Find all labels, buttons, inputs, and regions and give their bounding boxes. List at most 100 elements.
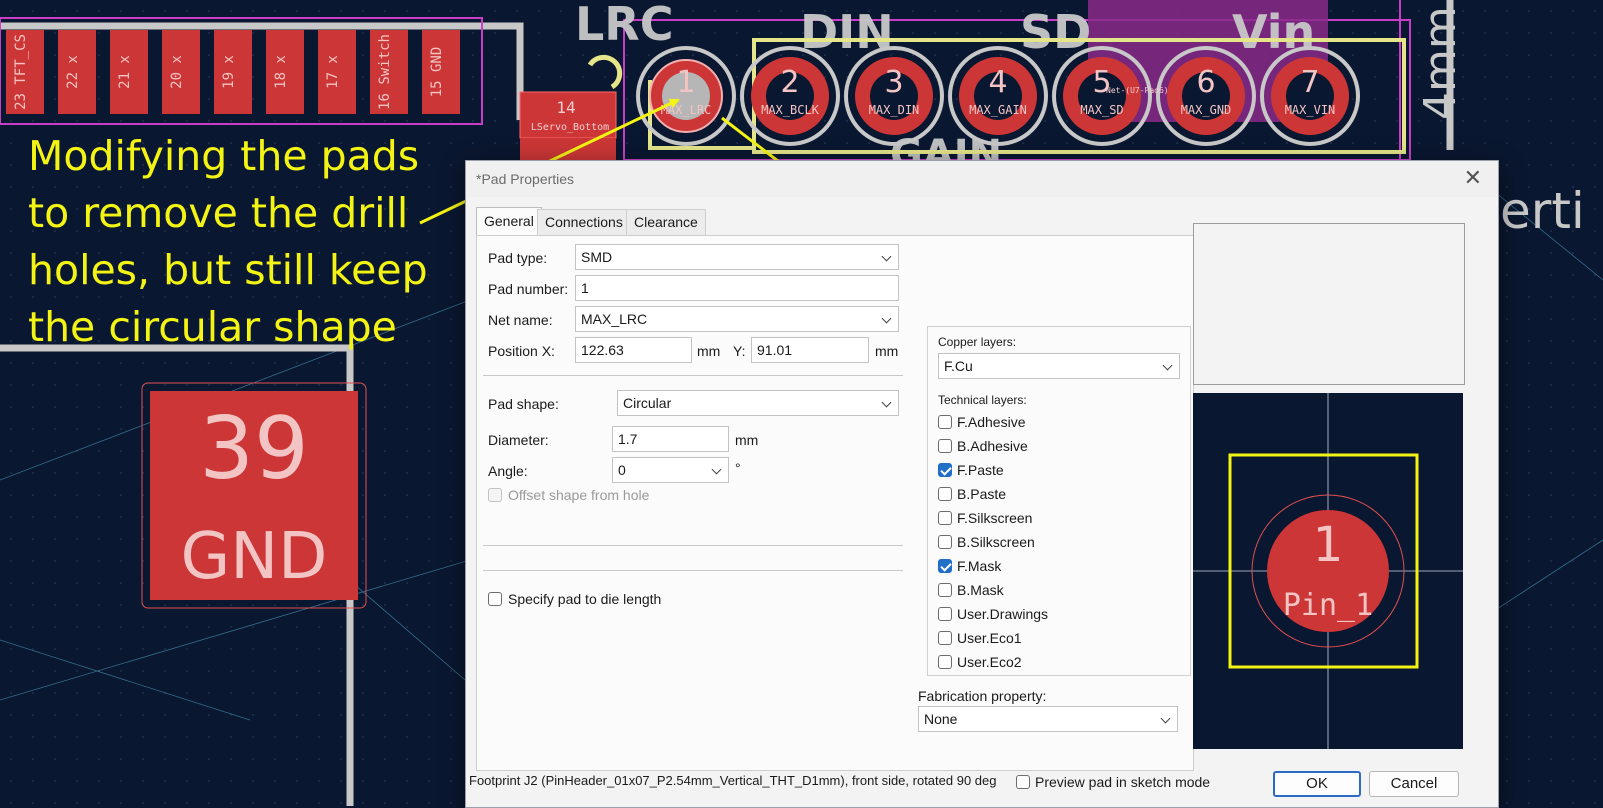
position-x-value: 122.63	[581, 342, 624, 358]
preview-pad-number: 1	[1313, 517, 1344, 573]
angle-select[interactable]: 0	[612, 457, 729, 483]
header-pin-net: MAX_VIN	[1285, 103, 1336, 117]
left-pad-label: 21 x	[117, 55, 133, 89]
layer-checkbox-user-drawings[interactable]	[938, 607, 952, 621]
ok-button[interactable]: OK	[1273, 771, 1361, 797]
pad-type-select[interactable]: SMD	[575, 244, 899, 270]
header-pin-number: 4	[988, 65, 1007, 100]
tab-general[interactable]: General	[476, 207, 542, 235]
header-pin-number: 7	[1300, 65, 1319, 100]
layer-checkbox-f-paste[interactable]	[938, 463, 952, 477]
annotation-text: Modifying the pads to remove the drill h…	[28, 128, 448, 356]
layer-checkbox-user-eco1[interactable]	[938, 631, 952, 645]
position-y-input[interactable]: 91.01	[751, 337, 869, 363]
tab-connections[interactable]: Connections	[537, 209, 631, 235]
separator	[483, 375, 903, 376]
separator	[483, 545, 903, 546]
layer-label: B.Silkscreen	[957, 534, 1035, 550]
header-pin-net: MAX_SD	[1080, 103, 1123, 117]
net-name-select[interactable]: MAX_LRC	[575, 306, 899, 332]
separator	[483, 570, 903, 571]
pad-shape-select[interactable]: Circular	[617, 390, 899, 416]
header-pin-number: 6	[1196, 65, 1215, 100]
diameter-value: 1.7	[618, 431, 638, 447]
angle-value: 0	[618, 462, 626, 478]
pad-5-net-partial: Net-(U7-Pad6)	[1106, 86, 1169, 95]
angle-unit: °	[735, 460, 741, 476]
header-pin-number: 1	[676, 65, 695, 100]
fabrication-property-label: Fabrication property:	[918, 688, 1047, 704]
general-panel: Pad type: SMD Pad number: 1 Net name: MA…	[476, 235, 1194, 771]
preview-pane-top	[1193, 223, 1465, 385]
pad-39-number: 39	[199, 399, 308, 499]
header-pin-net: MAX_GND	[1181, 103, 1232, 117]
layer-checkbox-f-mask[interactable]	[938, 559, 952, 573]
silk-label-vin: Vin	[1232, 5, 1315, 59]
left-pad-label: 22 x	[65, 55, 81, 89]
left-pad-label: 16 Switch	[377, 34, 393, 110]
pad-to-die-label: Specify pad to die length	[508, 591, 662, 607]
layer-checkbox-f-adhesive[interactable]	[938, 415, 952, 429]
pad-number-value: 1	[581, 280, 589, 296]
net-name-label: Net name:	[488, 312, 553, 328]
pad-number-input[interactable]: 1	[575, 275, 899, 301]
layer-label: F.Mask	[957, 558, 1002, 574]
annotation-line-2: to remove the drill	[28, 189, 409, 237]
layers-group: Copper layers: F.Cu Technical layers: F.…	[927, 326, 1191, 676]
left-pad-label: 17 x	[325, 55, 341, 89]
sketch-mode-label: Preview pad in sketch mode	[1035, 774, 1211, 790]
sketch-mode-checkbox[interactable]	[1016, 775, 1030, 789]
layer-checkbox-f-silkscreen[interactable]	[938, 511, 952, 525]
pad-39-net: GND	[181, 520, 328, 594]
pad-14-number: 14	[556, 98, 575, 117]
fabrication-property-value: None	[924, 711, 958, 727]
position-x-unit: mm	[697, 343, 721, 359]
pad-properties-dialog: *Pad Properties ✕ General Connections Cl…	[465, 160, 1499, 808]
layer-checkbox-b-paste[interactable]	[938, 487, 952, 501]
left-pad-label: 18 x	[273, 55, 289, 89]
net-name-value: MAX_LRC	[581, 311, 648, 327]
layer-checkbox-user-eco2[interactable]	[938, 655, 952, 669]
pad-to-die-checkbox[interactable]	[488, 592, 502, 606]
pad-shape-value: Circular	[623, 395, 672, 411]
layer-label: User.Eco2	[957, 654, 1022, 670]
pad-number-label: Pad number:	[488, 281, 569, 297]
header-pin-net: MAX_DIN	[869, 103, 920, 117]
pad-preview-canvas: 1 Pin_1	[1193, 393, 1463, 749]
layer-checkbox-b-adhesive[interactable]	[938, 439, 952, 453]
left-pad-label: 15 GND	[429, 47, 445, 98]
pad-type-label: Pad type:	[488, 250, 548, 266]
layer-label: F.Paste	[957, 462, 1004, 478]
preview-pad-name: Pin_1	[1283, 588, 1373, 623]
pad-type-value: SMD	[581, 249, 613, 265]
cancel-button[interactable]: Cancel	[1369, 771, 1459, 797]
dialog-titlebar[interactable]: *Pad Properties ✕	[466, 161, 1498, 197]
tab-clearance-overrides[interactable]: Clearance Overrides	[626, 209, 706, 255]
fabrication-property-select[interactable]: None	[918, 706, 1178, 732]
footprint-status: Footprint J2 (PinHeader_01x07_P2.54mm_Ve…	[469, 773, 997, 788]
silk-label-4mm: 4mm	[1415, 6, 1466, 120]
copper-layers-select[interactable]: F.Cu	[938, 353, 1180, 379]
close-icon[interactable]: ✕	[1464, 165, 1482, 191]
header-pin-net: MAX_GAIN	[969, 103, 1027, 117]
offset-shape-checkbox[interactable]	[488, 488, 502, 502]
header-pin-number: 2	[780, 65, 799, 100]
position-x-input[interactable]: 122.63	[575, 337, 692, 363]
left-pad-label: 20 x	[169, 55, 185, 89]
annotation-line-4: the circular shape	[28, 303, 397, 351]
layer-checkbox-b-silkscreen[interactable]	[938, 535, 952, 549]
layer-label: B.Paste	[957, 486, 1007, 502]
copper-layers-label: Copper layers:	[938, 335, 1017, 349]
silk-label-lrc: LRC	[575, 0, 674, 51]
layer-label: B.Mask	[957, 582, 1004, 598]
pad-preview: 1 Pin_1	[1193, 393, 1463, 749]
layer-checkbox-b-mask[interactable]	[938, 583, 952, 597]
left-pad-row: 23 TFT_CS 22 x 21 x 20 x 19 x 18 x 17 x 16 Swit…	[6, 30, 460, 114]
position-x-label: Position X:	[488, 343, 555, 359]
copper-layers-value: F.Cu	[944, 358, 973, 374]
layer-label: B.Adhesive	[957, 438, 1028, 454]
dialog-title: *Pad Properties	[476, 171, 575, 187]
diameter-input[interactable]: 1.7	[612, 426, 729, 452]
pad-shape-label: Pad shape:	[488, 396, 559, 412]
layer-label: User.Eco1	[957, 630, 1022, 646]
